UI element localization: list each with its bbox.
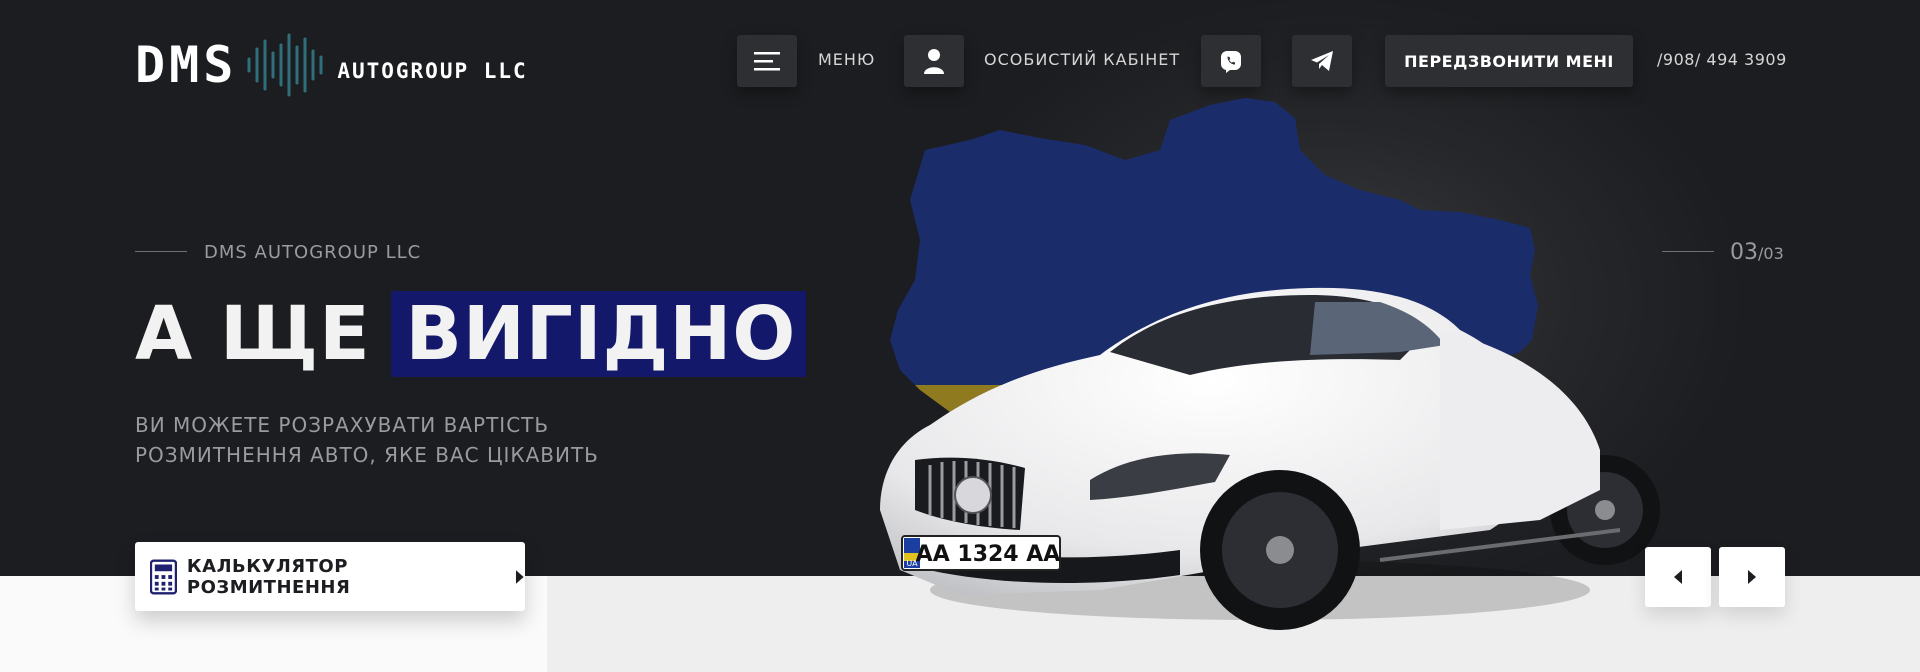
calculator-icon <box>150 558 177 595</box>
hamburger-icon <box>754 52 780 71</box>
menu-button[interactable] <box>737 35 797 87</box>
hero-eyebrow: DMS AUTOGROUP LLC <box>204 242 422 263</box>
hero-subtext-line2: РОЗМИТНЕННЯ АВТО, ЯКЕ ВАС ЦІКАВИТЬ <box>135 443 599 467</box>
site-logo[interactable]: DMS AUTOGROUP LLC <box>135 30 528 100</box>
caret-right-icon <box>1748 570 1756 584</box>
logo-main-text: DMS <box>135 36 238 94</box>
menu-label[interactable]: МЕНЮ <box>818 50 875 69</box>
customs-calculator-label: КАЛЬКУЛЯТОР РОЗМИТНЕННЯ <box>186 555 351 598</box>
logo-sub-text: AUTOGROUP LLC <box>337 59 528 83</box>
slider-prev-button[interactable] <box>1645 547 1711 607</box>
caret-left-icon <box>1674 570 1682 584</box>
telegram-button[interactable] <box>1292 35 1352 87</box>
viber-icon <box>1221 51 1241 73</box>
hero-headline: А ЩЕ ВИГІДНО <box>135 291 807 377</box>
headline-highlight: ВИГІДНО <box>391 291 807 377</box>
hero-subtext-line1: ВИ МОЖЕТЕ РОЗРАХУВАТИ ВАРТІСТЬ <box>135 413 550 437</box>
user-icon <box>924 49 944 74</box>
hero-illustration: UA AA 1324 AA <box>880 98 1660 630</box>
viber-button[interactable] <box>1201 35 1261 87</box>
telegram-icon <box>1311 51 1333 71</box>
customs-calculator-button[interactable]: КАЛЬКУЛЯТОР РОЗМИТНЕННЯ <box>135 542 525 611</box>
hero-subtext: ВИ МОЖЕТЕ РОЗРАХУВАТИ ВАРТІСТЬ РОЗМИТНЕН… <box>135 410 655 470</box>
cabinet-button[interactable] <box>904 35 964 87</box>
license-plate: UA AA 1324 AA <box>901 535 1061 571</box>
plate-text: AA 1324 AA <box>916 542 1061 567</box>
logo-wave-icon <box>247 33 323 97</box>
callback-button[interactable]: ПЕРЕДЗВОНИТИ МЕНІ <box>1385 35 1633 87</box>
slide-counter: 03/03 <box>1730 240 1784 265</box>
caret-right-icon <box>516 569 525 584</box>
slider-next-button[interactable] <box>1719 547 1785 607</box>
slide-total: /03 <box>1758 244 1784 263</box>
cabinet-label[interactable]: ОСОБИСТИЙ КАБІНЕТ <box>984 50 1180 69</box>
slide-current: 03 <box>1730 240 1758 265</box>
headline-plain: А ЩЕ <box>135 291 398 377</box>
phone-number[interactable]: /908/ 494 3909 <box>1657 50 1787 69</box>
eyebrow-divider <box>135 251 187 252</box>
